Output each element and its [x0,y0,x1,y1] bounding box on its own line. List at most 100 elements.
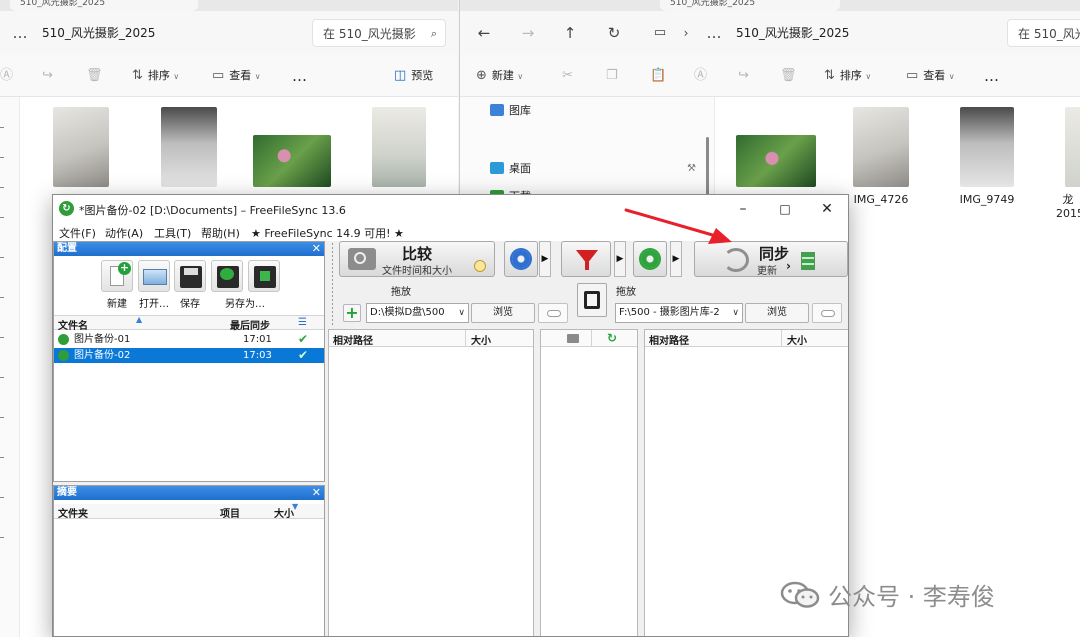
more-path-icon[interactable]: … [700,19,728,47]
col-last-sync[interactable]: 最后同步 [230,317,270,332]
filter-dropdown-button[interactable]: ▶ [614,241,626,277]
col-relative-path[interactable]: 相对路径 [333,332,373,347]
photo-thumbnail[interactable] [736,135,816,187]
sync-settings-button[interactable] [633,241,667,277]
magnifier-icon [348,248,376,270]
col-file-name[interactable]: 文件名 [58,317,88,332]
delete-icon[interactable]: 🗑 [780,65,797,87]
toolbar-grip[interactable] [332,283,333,327]
close-panel-icon[interactable]: ✕ [312,242,321,256]
save-as-batch-button[interactable] [211,260,243,292]
nav-item-gallery[interactable]: 图库 [490,100,531,122]
photo-thumbnail[interactable] [372,107,426,187]
column-config-icon[interactable]: ☰ [298,317,307,328]
compare-settings-button[interactable] [504,241,538,277]
share-icon[interactable]: ↪ [42,65,53,87]
search-box[interactable]: 在 510_风光摄影 ⌕ [312,19,446,47]
save-config-button[interactable] [174,260,206,292]
update-available-link[interactable]: ★ FreeFileSync 14.9 可用! ★ [251,225,404,241]
open-config-button[interactable] [138,260,170,292]
more-options-button[interactable]: … [292,65,307,87]
more-options-button[interactable]: … [984,65,999,87]
col-size[interactable]: 大小 [787,332,807,347]
photo-thumbnail[interactable] [53,107,109,187]
col-items[interactable]: 项目 [220,505,240,520]
menu-tools[interactable]: 工具(T) [154,225,191,241]
config-row[interactable]: 图片备份-01 17:01 ✔ [54,332,324,347]
cut-icon[interactable]: ✂ [562,65,573,87]
view-button[interactable]: ▭ 查看 ∨ [212,65,261,87]
tab-active[interactable]: 510_风光摄影_2025 [10,0,198,11]
config-row-selected[interactable]: 图片备份-02 17:03 ✔ [54,348,324,363]
sync-direction-icon[interactable]: ↻ [607,331,617,345]
pin-icon[interactable]: ⚒ [687,163,696,174]
col-folder[interactable]: 文件夹 [58,505,88,520]
right-cloud-button[interactable] [812,303,842,323]
save-as-button[interactable] [248,260,280,292]
add-folder-pair-icon[interactable]: + [343,304,361,322]
menu-help[interactable]: 帮助(H) [201,225,240,241]
tab-title: 510_风光摄影_2025 [20,0,106,8]
file-name[interactable]: IMG_4726 [836,193,926,206]
back-arrow-icon[interactable]: ← [470,19,498,47]
window-title: *图片备份-02 [D:\Documents] – FreeFileSync 1… [79,204,346,217]
close-button[interactable]: ✕ [805,195,848,223]
compare-dropdown-button[interactable]: ▶ [539,241,551,277]
photo-thumbnail[interactable] [161,107,217,187]
menu-action[interactable]: 动作(A) [105,225,143,241]
swap-sides-button[interactable] [577,283,607,317]
left-browse-button[interactable]: 浏览 [471,303,535,323]
paste-icon[interactable]: 📋 [650,65,666,87]
left-folder-path[interactable]: D:\模拟D盘\500 ∨ [366,303,469,323]
rename-icon[interactable]: Ⓐ [0,65,13,87]
nav-item-desktop[interactable]: 桌面 [490,158,531,180]
chevron-right-icon[interactable]: › [672,19,700,47]
col-relative-path[interactable]: 相对路径 [649,332,689,347]
new-button[interactable]: ⊕ 新建 ∨ [476,65,523,87]
col-size[interactable]: 大小 [274,505,294,520]
menu-file[interactable]: 文件(F) [59,225,96,241]
more-path-icon[interactable]: … [6,19,34,47]
sync-dropdown-button[interactable]: ▶ [670,241,682,277]
refresh-icon[interactable]: ↻ [600,19,628,47]
close-panel-icon[interactable]: ✕ [312,486,321,500]
new-config-button[interactable]: + [101,260,133,292]
left-cloud-button[interactable] [538,303,568,323]
compare-button[interactable]: 比较 文件时间和大小 [339,241,495,277]
synchronize-button[interactable]: 同步 更新 › [694,241,848,277]
sort-icon: ⇅ [132,68,143,83]
left-drop-caption: 拖放 [391,287,411,298]
copy-icon[interactable]: ❐ [606,65,618,87]
preview-button[interactable]: ◫ 预览 [394,65,433,87]
filter-button[interactable] [561,241,611,277]
photo-thumbnail[interactable] [853,107,909,187]
forward-arrow-icon[interactable]: → [514,19,542,47]
photo-thumbnail[interactable] [253,135,331,187]
right-folder-path[interactable]: F:\500 - 摄影图片库-2 ∨ [615,303,743,323]
sort-button[interactable]: ⇅ 排序 ∨ [132,65,179,87]
tab-active[interactable]: 510_风光摄影_2025 [660,0,840,11]
right-browse-button[interactable]: 浏览 [745,303,809,323]
toolbar-grip[interactable] [332,243,333,281]
address-field[interactable]: 510_风光摄影_2025 [728,19,988,47]
rename-icon[interactable]: Ⓐ [694,65,707,87]
photo-thumbnail[interactable] [960,107,1014,187]
share-icon[interactable]: ↪ [738,65,749,87]
photo-thumbnail[interactable] [1065,107,1080,187]
view-button[interactable]: ▭ 查看 ∨ [906,65,955,87]
maximize-button[interactable]: □ [763,195,807,223]
file-name[interactable]: 龙 2015 [1056,193,1080,221]
address-field[interactable]: 510_风光摄影_2025 [34,19,294,47]
compare-variant: 文件时间和大小 [382,266,452,277]
col-size[interactable]: 大小 [471,332,491,347]
delete-icon[interactable]: 🗑 [86,65,103,87]
search-box[interactable]: 在 510_风光 [1007,19,1080,47]
up-arrow-icon[interactable]: ↑ [556,19,584,47]
gear-icon [512,250,530,268]
file-name[interactable]: IMG_9749 [942,193,1032,206]
sort-button[interactable]: ⇅ 排序 ∨ [824,65,871,87]
sync-config-icon [58,350,69,361]
checkbox-column-icon[interactable] [567,334,579,343]
freefilesync-logo-icon: ↻ [59,201,74,216]
monitor-icon[interactable]: ▭ [646,19,674,47]
